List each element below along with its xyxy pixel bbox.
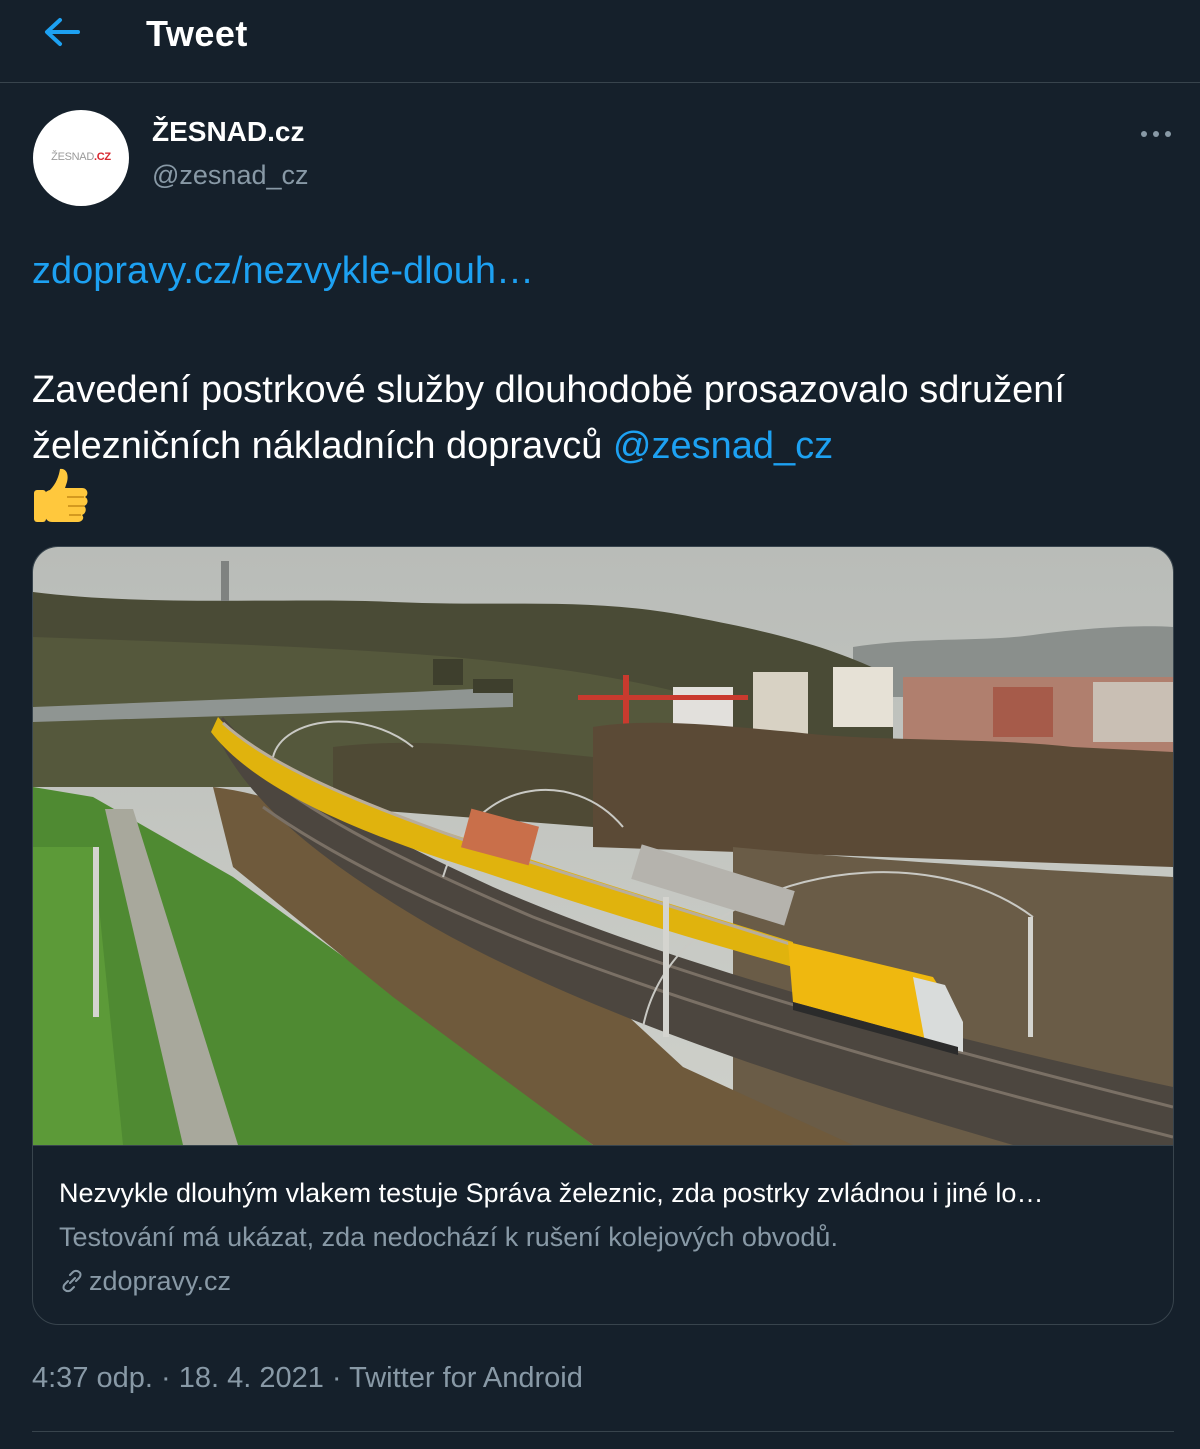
back-button[interactable]: [38, 12, 84, 52]
more-options-button[interactable]: [1136, 122, 1176, 146]
tweet-time[interactable]: 4:37 odp.: [32, 1362, 153, 1394]
card-info: Nezvykle dlouhým vlakem testuje Správa ž…: [33, 1145, 1173, 1324]
tweet-date[interactable]: 18. 4. 2021: [179, 1362, 324, 1394]
meta-separator: ·: [323, 1362, 350, 1394]
link-icon: [62, 1269, 82, 1293]
author-display-name[interactable]: ŽESNAD.cz: [152, 116, 304, 148]
divider: [32, 1431, 1174, 1432]
tweet-text: Zavedení postrkové služby dlouhodobě pro…: [32, 362, 1172, 474]
card-description: Testování má ukázat, zda nedochází k ruš…: [59, 1222, 838, 1252]
page-title: Tweet: [146, 13, 248, 54]
more-dots-icon: [1141, 131, 1171, 137]
tweet-url-link[interactable]: zdopravy.cz/nezvykle-dlouh…: [32, 250, 534, 293]
avatar[interactable]: ŽESNAD.CZ: [33, 110, 129, 206]
tweet-body-text: Zavedení postrkové služby dlouhodobě pro…: [32, 369, 1065, 467]
author-handle[interactable]: @zesnad_cz: [152, 160, 309, 191]
top-bar: Tweet: [0, 0, 1200, 83]
avatar-logo: ŽESNAD.CZ: [51, 151, 111, 163]
card-image: [33, 547, 1173, 1145]
thumbs-up-icon: [32, 466, 92, 524]
meta-separator: ·: [152, 1362, 179, 1394]
card-title: Nezvykle dlouhým vlakem testuje Správa ž…: [59, 1178, 1044, 1208]
arrow-left-icon: [45, 18, 80, 46]
tweet-meta: 4:37 odp. · 18. 4. 2021 · Twitter for An…: [32, 1362, 583, 1395]
link-preview-card[interactable]: Nezvykle dlouhým vlakem testuje Správa ž…: [32, 546, 1174, 1325]
card-domain-text: zdopravy.cz: [89, 1266, 232, 1296]
card-domain: zdopravy.cz: [59, 1266, 231, 1297]
tweet-source[interactable]: Twitter for Android: [349, 1362, 583, 1394]
mention-link[interactable]: @zesnad_cz: [613, 425, 833, 467]
